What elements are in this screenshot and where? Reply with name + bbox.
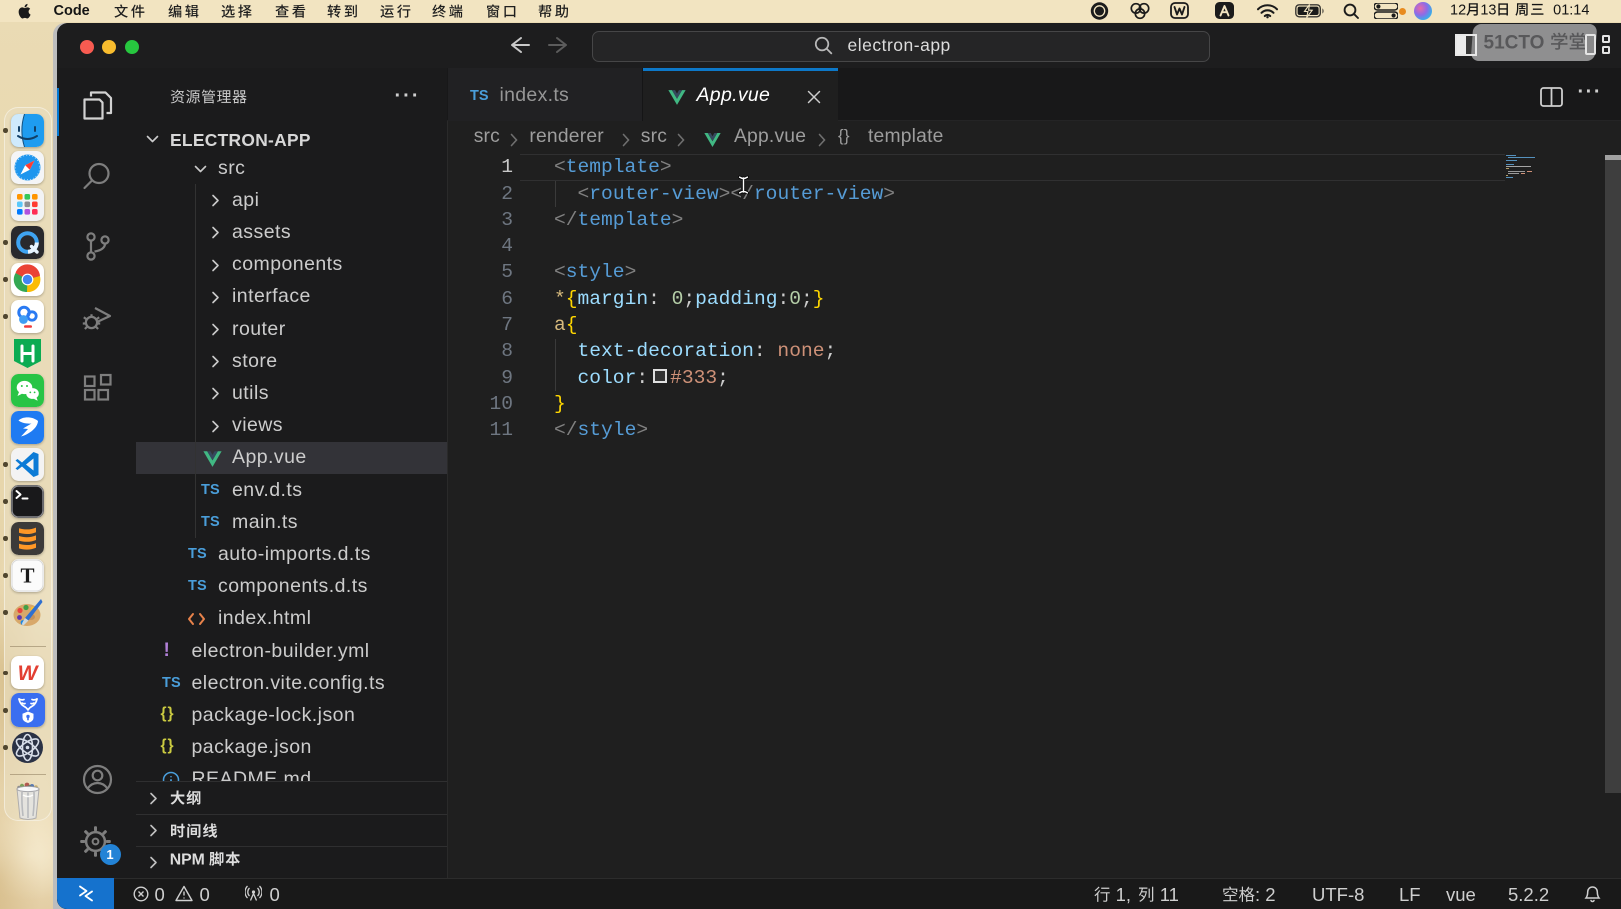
svg-text:T: T xyxy=(20,563,34,587)
svg-text:W: W xyxy=(18,662,40,685)
